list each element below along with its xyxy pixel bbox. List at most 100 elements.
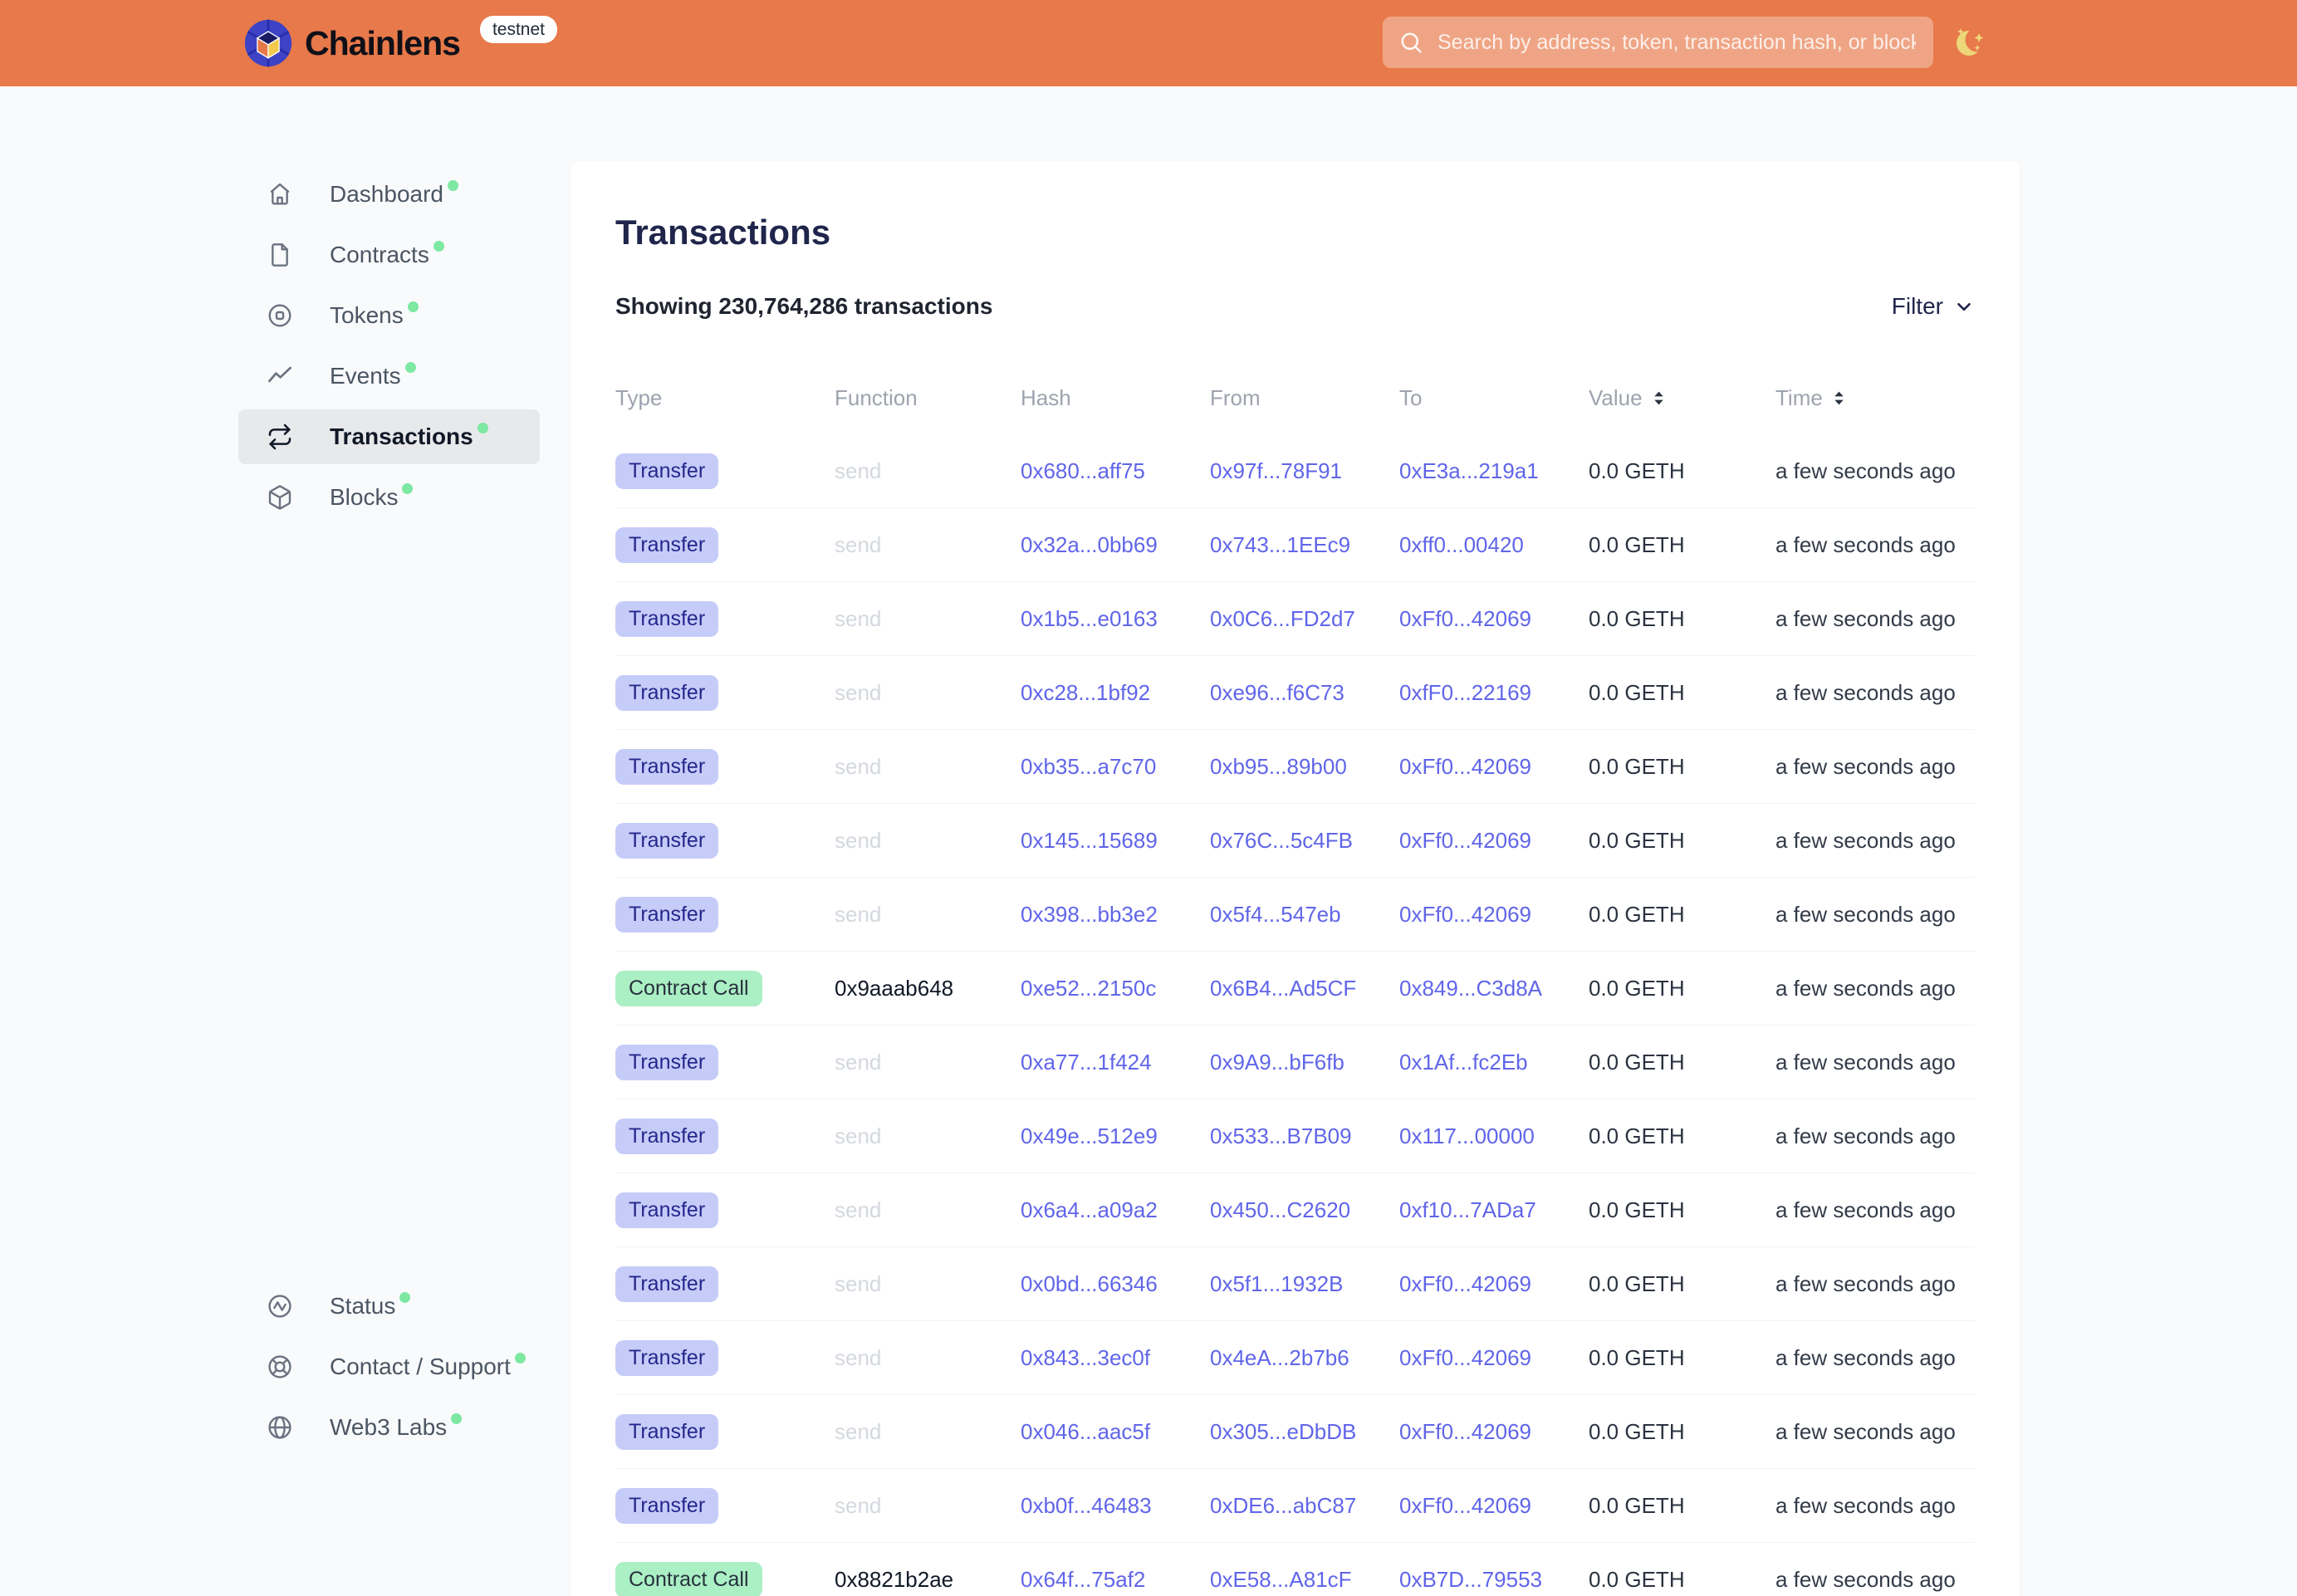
from-link[interactable]: 0x0C6...FD2d7: [1210, 606, 1355, 631]
from-link[interactable]: 0xDE6...abC87: [1210, 1493, 1356, 1518]
to-link[interactable]: 0xB7D...79553: [1399, 1567, 1542, 1592]
type-badge: Transfer: [615, 1192, 718, 1228]
sidebar-item-contracts[interactable]: Contracts: [238, 228, 540, 282]
hash-link[interactable]: 0xc28...1bf92: [1021, 680, 1150, 705]
status-online-dot: [402, 483, 413, 494]
sidebar-item-contact-support[interactable]: Contact / Support: [238, 1339, 540, 1394]
sidebar-item-events[interactable]: Events: [238, 349, 540, 404]
brand-logo-link[interactable]: Chainlens testnet: [243, 16, 557, 71]
to-link[interactable]: 0xFf0...42069: [1399, 1271, 1531, 1296]
support-icon: [267, 1354, 293, 1380]
sort-icon[interactable]: [1831, 389, 1847, 407]
from-link[interactable]: 0x450...C2620: [1210, 1197, 1350, 1222]
sidebar-item-tokens[interactable]: Tokens: [238, 288, 540, 343]
from-link[interactable]: 0x4eA...2b7b6: [1210, 1345, 1349, 1370]
to-link[interactable]: 0xfF0...22169: [1399, 680, 1531, 705]
hash-link[interactable]: 0x145...15689: [1021, 828, 1158, 853]
col-header-value[interactable]: Value: [1589, 385, 1775, 411]
events-icon: [267, 363, 293, 389]
time-text: a few seconds ago: [1775, 532, 1975, 558]
sidebar-item-web3-labs[interactable]: Web3 Labs: [238, 1400, 540, 1455]
theme-toggle-button[interactable]: [1948, 20, 1995, 66]
to-link[interactable]: 0xFf0...42069: [1399, 1345, 1531, 1370]
to-link[interactable]: 0x117...00000: [1399, 1124, 1535, 1148]
table-row: Transfer send 0xa77...1f424 0x9A9...bF6f…: [615, 1026, 1975, 1099]
from-link[interactable]: 0x743...1EEc9: [1210, 532, 1350, 557]
hash-link[interactable]: 0xb35...a7c70: [1021, 754, 1156, 779]
from-link[interactable]: 0x5f4...547eb: [1210, 902, 1341, 927]
function-label: send: [835, 828, 1021, 854]
filter-label: Filter: [1892, 293, 1943, 320]
from-link[interactable]: 0x533...B7B09: [1210, 1124, 1352, 1148]
hash-link[interactable]: 0x046...aac5f: [1021, 1419, 1150, 1444]
to-link[interactable]: 0x849...C3d8A: [1399, 976, 1542, 1001]
table-row: Transfer send 0x0bd...66346 0x5f1...1932…: [615, 1247, 1975, 1321]
time-text: a few seconds ago: [1775, 1345, 1975, 1371]
from-link[interactable]: 0x6B4...Ad5CF: [1210, 976, 1356, 1001]
col-header-time[interactable]: Time: [1775, 385, 1975, 411]
sidebar-item-transactions[interactable]: Transactions: [238, 409, 540, 464]
hash-link[interactable]: 0x1b5...e0163: [1021, 606, 1158, 631]
sidebar-item-blocks[interactable]: Blocks: [238, 470, 540, 525]
search-input[interactable]: [1436, 30, 1917, 56]
brand-name: Chainlens: [305, 24, 460, 63]
table-row: Transfer send 0x145...15689 0x76C...5c4F…: [615, 804, 1975, 878]
chainlens-logo-icon: [243, 18, 293, 68]
status-online-dot: [451, 1413, 462, 1424]
sidebar-footer-nav: Status Contact / Support Web3 Labs: [238, 1279, 540, 1461]
to-link[interactable]: 0xFf0...42069: [1399, 828, 1531, 853]
to-link[interactable]: 0x1Af...fc2Eb: [1399, 1050, 1528, 1075]
hash-link[interactable]: 0x6a4...a09a2: [1021, 1197, 1158, 1222]
hash-link[interactable]: 0x64f...75af2: [1021, 1567, 1145, 1592]
tokens-icon: [267, 302, 293, 329]
function-label: send: [835, 532, 1021, 558]
blocks-icon: [267, 484, 293, 511]
hash-link[interactable]: 0x0bd...66346: [1021, 1271, 1158, 1296]
sidebar-item-status[interactable]: Status: [238, 1279, 540, 1334]
hash-link[interactable]: 0x398...bb3e2: [1021, 902, 1158, 927]
summary-row: Showing 230,764,286 transactions Filter: [615, 292, 1975, 321]
type-badge: Transfer: [615, 1340, 718, 1376]
hash-link[interactable]: 0xa77...1f424: [1021, 1050, 1152, 1075]
function-label: send: [835, 458, 1021, 484]
value-text: 0.0 GETH: [1589, 1050, 1775, 1075]
hash-link[interactable]: 0xe52...2150c: [1021, 976, 1156, 1001]
time-text: a few seconds ago: [1775, 1050, 1975, 1075]
from-link[interactable]: 0xE58...A81cF: [1210, 1567, 1352, 1592]
moon-icon: [1952, 22, 1991, 62]
time-text: a few seconds ago: [1775, 1419, 1975, 1445]
sort-icon[interactable]: [1651, 389, 1667, 407]
time-text: a few seconds ago: [1775, 1271, 1975, 1297]
to-link[interactable]: 0xf10...7ADa7: [1399, 1197, 1536, 1222]
from-link[interactable]: 0x76C...5c4FB: [1210, 828, 1353, 853]
filter-button[interactable]: Filter: [1892, 293, 1975, 320]
function-label: send: [835, 606, 1021, 632]
from-link[interactable]: 0x9A9...bF6fb: [1210, 1050, 1344, 1075]
hash-link[interactable]: 0x32a...0bb69: [1021, 532, 1158, 557]
to-link[interactable]: 0xE3a...219a1: [1399, 458, 1539, 483]
from-link[interactable]: 0x305...eDbDB: [1210, 1419, 1356, 1444]
hash-link[interactable]: 0x49e...512e9: [1021, 1124, 1158, 1148]
to-link[interactable]: 0xFf0...42069: [1399, 902, 1531, 927]
from-link[interactable]: 0xe96...f6C73: [1210, 680, 1344, 705]
table-row: Transfer send 0x843...3ec0f 0x4eA...2b7b…: [615, 1321, 1975, 1395]
to-link[interactable]: 0xFf0...42069: [1399, 1419, 1531, 1444]
to-link[interactable]: 0xFf0...42069: [1399, 754, 1531, 779]
hash-link[interactable]: 0x843...3ec0f: [1021, 1345, 1150, 1370]
value-text: 0.0 GETH: [1589, 1567, 1775, 1593]
type-badge: Contract Call: [615, 971, 762, 1006]
to-link[interactable]: 0xFf0...42069: [1399, 1493, 1531, 1518]
sidebar-item-dashboard[interactable]: Dashboard: [238, 167, 540, 222]
hash-link[interactable]: 0xb0f...46483: [1021, 1493, 1152, 1518]
function-label: send: [835, 1493, 1021, 1519]
from-link[interactable]: 0xb95...89b00: [1210, 754, 1347, 779]
to-link[interactable]: 0xFf0...42069: [1399, 606, 1531, 631]
hash-link[interactable]: 0x680...aff75: [1021, 458, 1145, 483]
table-row: Transfer send 0x046...aac5f 0x305...eDbD…: [615, 1395, 1975, 1469]
to-link[interactable]: 0xff0...00420: [1399, 532, 1524, 557]
col-header-hash: Hash: [1021, 385, 1210, 411]
from-link[interactable]: 0x97f...78F91: [1210, 458, 1342, 483]
table-row: Transfer send 0xb0f...46483 0xDE6...abC8…: [615, 1469, 1975, 1543]
from-link[interactable]: 0x5f1...1932B: [1210, 1271, 1343, 1296]
type-badge: Transfer: [615, 1119, 718, 1154]
